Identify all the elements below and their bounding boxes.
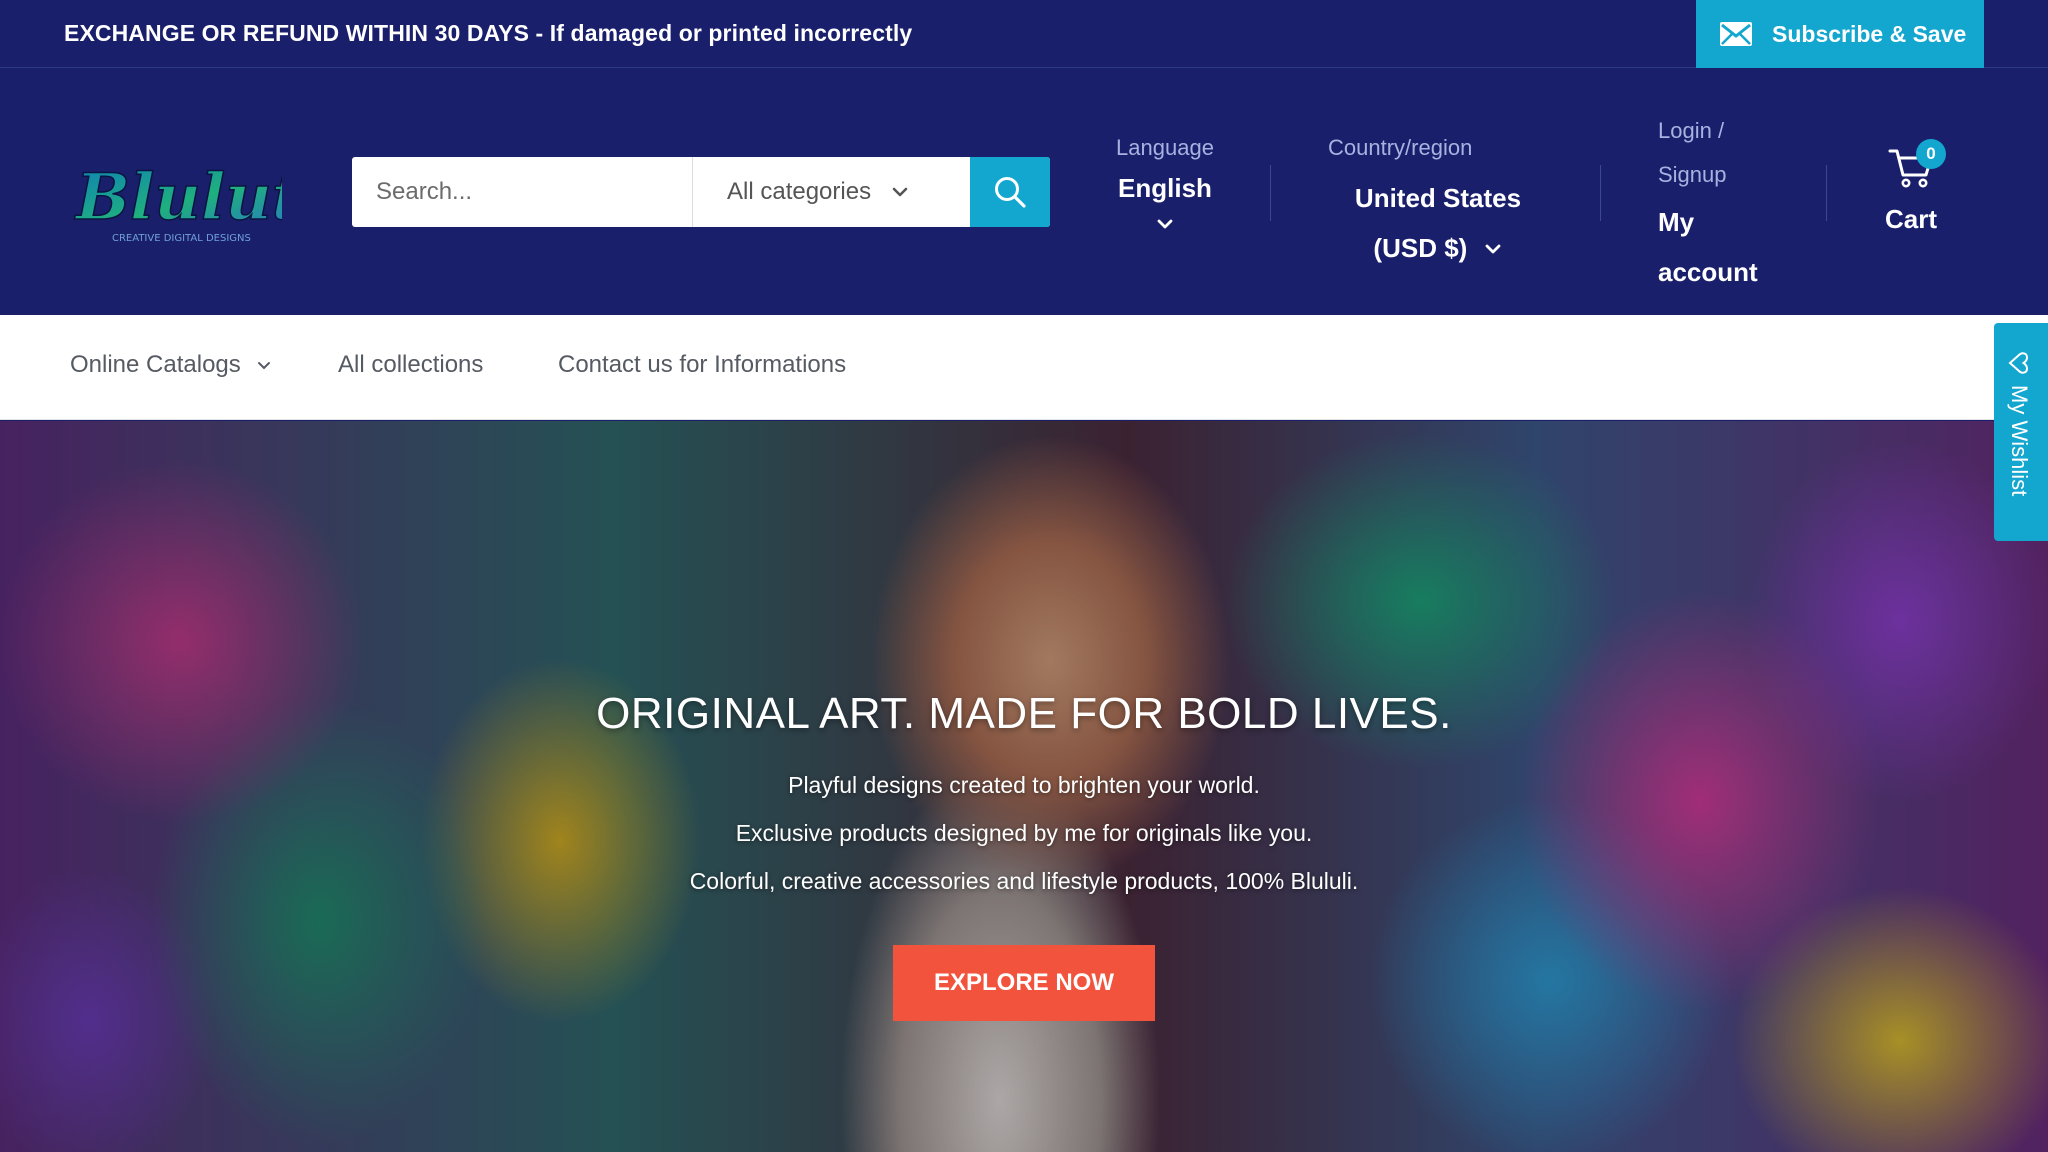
wishlist-label: My Wishlist [2007, 385, 2032, 497]
nav-item-label: Online Catalogs [70, 351, 241, 378]
login-label: Login / [1658, 118, 1725, 143]
currency-value: (USD $) [1373, 233, 1468, 263]
account-label: account [1658, 257, 1758, 287]
announcement-bar: EXCHANGE OR REFUND WITHIN 30 DAYS - If d… [0, 0, 2048, 68]
subscribe-label: Subscribe & Save [1772, 20, 1967, 47]
hero-banner: ORIGINAL ART. MADE FOR BOLD LIVES. Playf… [0, 421, 2048, 1152]
logo-tagline: CREATIVE DIGITAL DESIGNS [112, 233, 251, 244]
hero-content: ORIGINAL ART. MADE FOR BOLD LIVES. Playf… [0, 689, 2048, 1021]
search-input[interactable] [352, 157, 692, 227]
signup-label: Signup [1658, 162, 1727, 187]
nav-item-online-catalogs[interactable]: Online Catalogs [70, 351, 271, 379]
language-label: Language [1116, 135, 1214, 160]
wishlist-tab[interactable]: My Wishlist [1994, 323, 2048, 541]
logo-mark: Bluluti [74, 160, 282, 235]
site-header: Bluluti CREATIVE DIGITAL DESIGNS All cat… [0, 69, 2048, 315]
nav-item-label: Contact us for Informations [558, 351, 847, 378]
my-account-label: My [1658, 207, 1695, 237]
hero-title: ORIGINAL ART. MADE FOR BOLD LIVES. [596, 689, 1452, 738]
subscribe-button[interactable]: Subscribe & Save [1696, 0, 1984, 68]
language-selector[interactable]: Language English [1110, 135, 1220, 237]
country-selector[interactable]: Country/region United States (USD $) [1328, 135, 1548, 273]
cart-label: Cart [1884, 204, 1937, 234]
nav-item-contact[interactable]: Contact us for Informations [558, 351, 846, 379]
search-bar: All categories [352, 157, 1050, 227]
mail-icon [1720, 22, 1752, 46]
header-divider [1826, 165, 1827, 221]
account-link[interactable]: Login / Signup My account [1658, 109, 1808, 297]
header-divider [1270, 165, 1271, 221]
header-divider [1600, 165, 1601, 221]
hero-line-1: Playful designs created to brighten your… [788, 772, 1260, 798]
nav-item-label: All collections [338, 351, 484, 378]
category-select-label: All categories [727, 178, 872, 205]
search-button[interactable] [970, 157, 1050, 227]
chevron-down-icon [258, 361, 271, 370]
cart-count-badge: 0 [1916, 139, 1946, 169]
cart-button[interactable]: 0 Cart [1876, 139, 1946, 235]
chevron-down-icon [892, 187, 908, 197]
chevron-down-icon [1110, 218, 1220, 237]
hero-line-3: Colorful, creative accessories and lifes… [689, 868, 1359, 894]
announcement-text: EXCHANGE OR REFUND WITHIN 30 DAYS - If d… [64, 20, 913, 46]
logo[interactable]: Bluluti CREATIVE DIGITAL DESIGNS [72, 149, 326, 249]
hero-line-2: Exclusive products designed by me for or… [735, 820, 1313, 846]
heart-icon [2008, 352, 2029, 374]
nav-item-all-collections[interactable]: All collections [338, 351, 483, 379]
search-icon [995, 177, 1026, 208]
category-select[interactable]: All categories [692, 157, 967, 227]
country-label: Country/region [1328, 135, 1473, 160]
main-nav: Online Catalogs All collections Contact … [0, 315, 2048, 420]
country-value: United States (USD $) [1354, 183, 1522, 263]
chevron-down-icon [1485, 244, 1500, 254]
language-value: English [1118, 173, 1212, 203]
explore-now-button[interactable]: EXPLORE NOW [893, 945, 1155, 1021]
